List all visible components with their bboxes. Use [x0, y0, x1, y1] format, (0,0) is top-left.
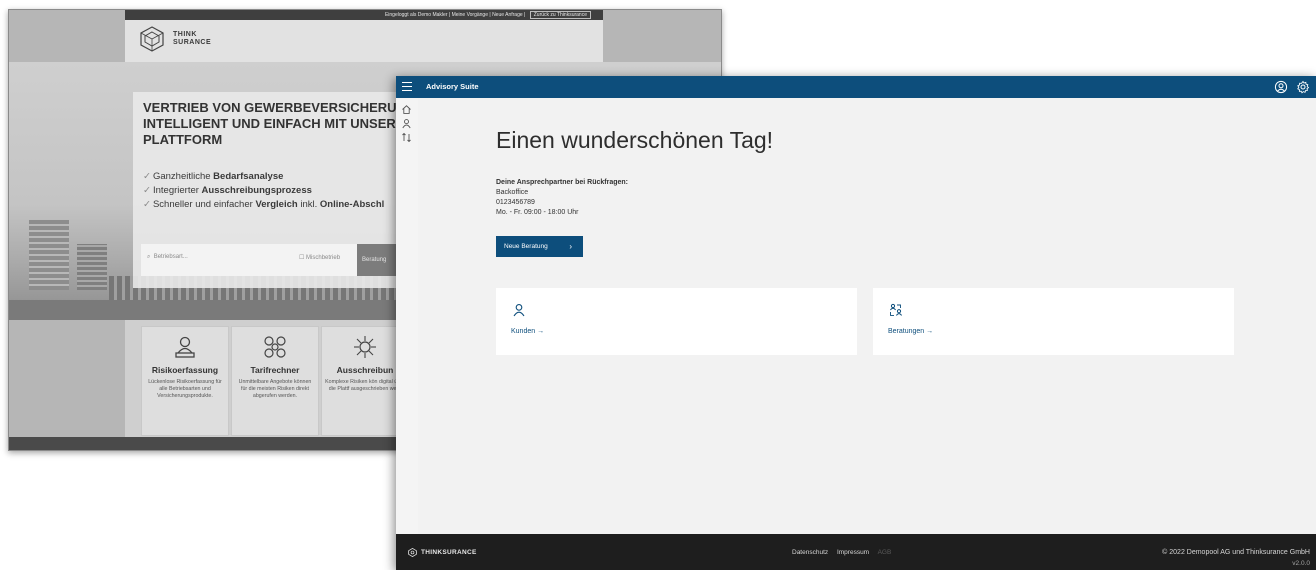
- logged-in-text: Eingeloggt als Demo Makler: [384, 12, 448, 18]
- customers-card[interactable]: Kunden →: [496, 288, 857, 355]
- app-footer: THINKSURANCE Datenschutz Impressum AGB ©…: [396, 534, 1316, 570]
- tile-description: Lückenlose Risikoerfassung für alle Betr…: [148, 379, 222, 399]
- home-icon[interactable]: [401, 104, 412, 115]
- hero-heading-line: INTELLIGENT UND EINFACH MIT UNSERE: [143, 116, 405, 131]
- footer-links: Datenschutz Impressum AGB: [792, 549, 898, 556]
- consultations-link[interactable]: Beratungen →: [888, 328, 933, 335]
- chevron-right-icon: ›: [569, 242, 572, 251]
- tile-description: Unmittelbare Angebote können für die mei…: [238, 379, 312, 399]
- mixed-business-checkbox[interactable]: ☐ Mischbetrieb: [299, 254, 340, 261]
- hero-heading-line: VERTRIEB VON GEWERBEVERSICHERUNG: [143, 100, 417, 115]
- person-icon: [513, 304, 525, 317]
- arrow-right-icon: →: [926, 328, 934, 335]
- contact-phone: 0123456789: [496, 199, 535, 206]
- feature-tile[interactable]: Tarifrechner Unmittelbare Angebote könne…: [231, 326, 319, 436]
- site-header: THINK SURANCE: [125, 20, 603, 62]
- app-header: Advisory Suite: [396, 76, 1316, 98]
- footer-brand-text: THINKSURANCE: [421, 549, 477, 556]
- user-account-icon[interactable]: [1274, 80, 1288, 94]
- privacy-link[interactable]: Datenschutz: [792, 549, 828, 556]
- hero-heading-line: PLATTFORM: [143, 132, 223, 147]
- business-type-search: ⌕ Betriebsart... ☐ Mischbetrieb Beratung: [141, 244, 399, 276]
- top-link-bar: Eingeloggt als Demo Makler | Meine Vorgä…: [125, 10, 603, 20]
- tile-description: Komplexe Risiken kön digital über die Pl…: [325, 379, 405, 392]
- new-consultation-label: Neue Beratung: [504, 243, 548, 250]
- page-title: Einen wunderschönen Tag!: [496, 127, 774, 153]
- check-icon: ✓: [143, 199, 151, 210]
- laptop-user-icon: [142, 333, 228, 361]
- copyright-text: © 2022 Demopool AG und Thinksurance GmbH: [1162, 549, 1310, 556]
- consultations-icon: [889, 303, 903, 316]
- version-text: v2.0.0: [1292, 560, 1310, 567]
- logo-line1: THINK: [173, 31, 197, 38]
- consultation-button[interactable]: Beratung: [357, 244, 399, 276]
- building-image: [77, 244, 107, 290]
- tile-title: Risikoerfassung: [151, 365, 219, 375]
- imprint-link[interactable]: Impressum: [837, 549, 869, 556]
- hamburger-menu-icon[interactable]: [402, 82, 412, 92]
- check-icon: ✓: [143, 185, 151, 196]
- contact-name: Backoffice: [496, 189, 529, 196]
- main-content: Einen wunderschönen Tag! Deine Ansprechp…: [418, 98, 1316, 534]
- check-icon: ✓: [143, 171, 151, 182]
- feature-list: ✓ Ganzheitliche Bedarfsanalyse ✓ Integrier…: [143, 170, 384, 212]
- logo-cube-icon: [140, 26, 164, 52]
- swap-arrows-icon[interactable]: [401, 132, 412, 143]
- side-rail: [396, 98, 419, 534]
- app-title: Advisory Suite: [426, 82, 479, 91]
- logo-line2: SURANCE: [173, 39, 212, 46]
- customers-link[interactable]: Kunden →: [511, 328, 544, 335]
- search-icon: ⌕: [147, 254, 151, 260]
- tile-title: Tarifrechner: [250, 365, 300, 375]
- network-nodes-icon: [232, 333, 318, 361]
- person-icon[interactable]: [401, 118, 412, 129]
- feature-item: ✓ Integrierter Ausschreibungsprozess: [143, 185, 312, 196]
- settings-gear-icon[interactable]: [1296, 80, 1310, 94]
- contact-hours: Mo. - Fr. 09:00 - 18:00 Uhr: [496, 209, 579, 216]
- new-consultation-button[interactable]: Neue Beratung ›: [496, 236, 583, 257]
- feature-item: ✓ Schneller und einfacher Vergleich inkl.…: [143, 199, 385, 210]
- consultations-card[interactable]: Beratungen →: [873, 288, 1234, 355]
- terms-link[interactable]: AGB: [878, 549, 892, 556]
- thinksurance-logo[interactable]: THINK SURANCE: [139, 26, 211, 52]
- hero-heading: VERTRIEB VON GEWERBEVERSICHERUNG INTELLI…: [143, 100, 417, 148]
- search-input[interactable]: ⌕ Betriebsart...: [147, 254, 188, 261]
- feature-item: ✓ Ganzheitliche Bedarfsanalyse: [143, 171, 284, 182]
- contact-heading: Deine Ansprechpartner bei Rückfragen:: [496, 179, 628, 186]
- contact-info: Deine Ansprechpartner bei Rückfragen: Ba…: [496, 178, 628, 218]
- building-image: [29, 220, 69, 290]
- my-processes-link[interactable]: Meine Vorgänge: [452, 12, 488, 18]
- arrow-right-icon: →: [537, 328, 545, 335]
- logo-cube-icon: [408, 548, 417, 557]
- footer-brand[interactable]: THINKSURANCE: [408, 548, 477, 557]
- feature-tile[interactable]: Risikoerfassung Lückenlose Risikoerfassu…: [141, 326, 229, 436]
- new-request-link[interactable]: Neue Anfrage: [492, 12, 523, 18]
- advisory-suite-window: Advisory Suite Einen wunderschönen Tag! …: [396, 76, 1316, 570]
- back-to-thinksurance-button[interactable]: Zurück zu Thinksurance: [529, 11, 591, 19]
